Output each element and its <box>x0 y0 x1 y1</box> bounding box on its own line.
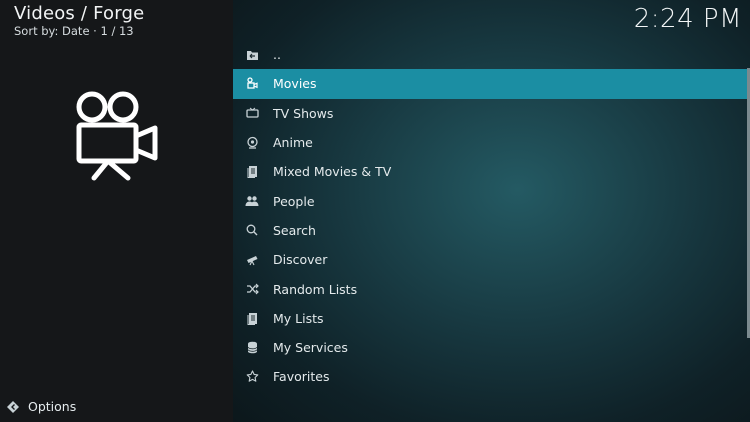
shuffle-icon <box>245 282 259 296</box>
list-item-label: My Lists <box>273 310 324 326</box>
stack-icon <box>245 165 259 179</box>
options-arrow-icon <box>6 400 20 414</box>
film-icon <box>245 77 259 91</box>
list-item-anime[interactable]: Anime <box>233 128 747 157</box>
movie-camera-icon <box>72 88 162 182</box>
list-item-label: TV Shows <box>273 105 334 121</box>
left-panel <box>0 0 233 422</box>
folder-back-icon <box>245 48 259 62</box>
list-item-label: Mixed Movies & TV <box>273 164 392 180</box>
options-button[interactable]: Options <box>6 399 76 414</box>
options-label: Options <box>28 399 77 414</box>
list-item-my-lists[interactable]: My Lists <box>233 304 747 333</box>
people-icon <box>245 194 259 208</box>
list-item-tv-shows[interactable]: TV Shows <box>233 99 747 128</box>
search-icon <box>245 223 259 237</box>
list-item-label: Discover <box>273 252 328 268</box>
clock: 2:24 PM <box>633 4 742 34</box>
list-item-label: Movies <box>273 76 317 92</box>
database-icon <box>245 341 259 355</box>
list-item-search[interactable]: Search <box>233 216 747 245</box>
menu-list: .. Movies TV Shows Anime Mixed Movies & … <box>233 40 747 392</box>
tv-icon <box>245 106 259 120</box>
header: Videos / Forge Sort by: Date · 1 / 13 <box>14 3 145 39</box>
list-item-mixed[interactable]: Mixed Movies & TV <box>233 157 747 186</box>
list-item-random-lists[interactable]: Random Lists <box>233 274 747 303</box>
list-item-label: My Services <box>273 340 348 356</box>
list-item-label: People <box>273 193 315 209</box>
list-item-movies[interactable]: Movies <box>233 69 747 99</box>
list-item-parent[interactable]: .. <box>233 40 747 69</box>
list-item-label: Favorites <box>273 369 330 385</box>
star-icon <box>245 370 259 384</box>
list-item-label: Search <box>273 222 316 238</box>
anime-icon <box>245 136 259 150</box>
list-item-people[interactable]: People <box>233 186 747 215</box>
list-item-label: .. <box>273 47 281 63</box>
list-item-label: Random Lists <box>273 281 358 297</box>
list-item-label: Anime <box>273 135 313 151</box>
list-icon <box>245 311 259 325</box>
list-item-discover[interactable]: Discover <box>233 245 747 274</box>
telescope-icon <box>245 253 259 267</box>
page-title: Videos / Forge <box>14 3 145 24</box>
list-item-my-services[interactable]: My Services <box>233 333 747 362</box>
list-item-favorites[interactable]: Favorites <box>233 362 747 391</box>
sort-info: Sort by: Date · 1 / 13 <box>14 24 134 38</box>
